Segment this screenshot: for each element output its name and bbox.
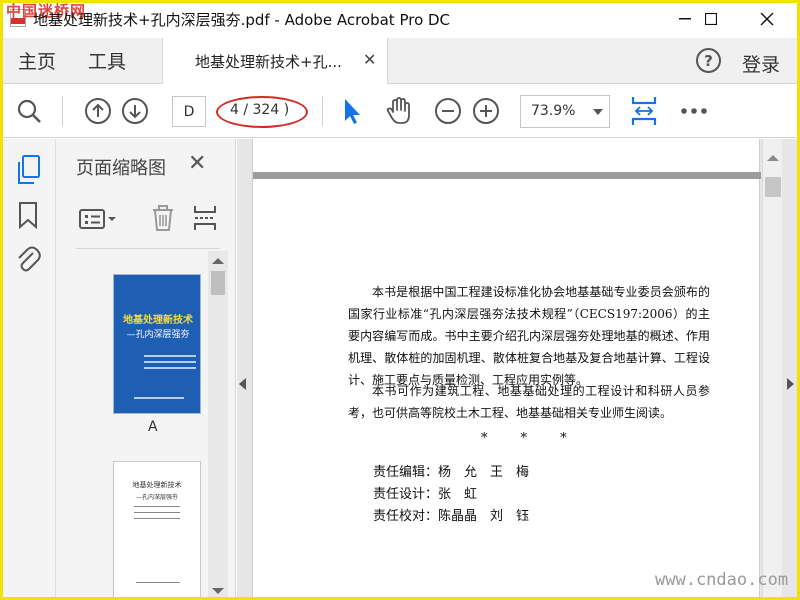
toolbar (0, 84, 800, 138)
thumbnail-scrollbar[interactable] (208, 251, 228, 600)
tab-close-icon[interactable]: ✕ (363, 50, 376, 69)
tab-document[interactable]: 地基处理新技术+孔... ✕ (162, 38, 388, 84)
thumbnail-panel: 页面缩略图 ✕ 地基处理新技术 —孔内深层强夯 A 地基处理新技术 —孔内深层强… (56, 139, 236, 600)
thumbnail-page-title: 地基处理新技术 (132, 481, 182, 489)
maximize-icon (705, 13, 717, 25)
scrollbar-thumb[interactable] (765, 177, 781, 197)
fit-width-icon[interactable] (629, 96, 659, 126)
document-viewport: 本书是根据中国工程建设标准化协会地基基础专业委员会颁布的国家行业标准“孔内深层强… (237, 139, 800, 600)
panel-close-icon[interactable]: ✕ (188, 151, 206, 176)
credit-line: 责任编辑：杨 允 王 梅 (373, 465, 530, 480)
scrollbar-thumb[interactable] (211, 271, 225, 295)
zoom-in-icon[interactable] (471, 96, 501, 126)
thumbnail-text-lines (134, 506, 180, 524)
close-icon (760, 12, 774, 26)
select-cursor-icon[interactable] (336, 96, 366, 126)
thumbnail-options-icon[interactable] (78, 207, 118, 235)
next-page-icon[interactable] (120, 96, 150, 126)
page-thumbnail[interactable]: 地基处理新技术 —孔内深层强夯 (114, 462, 200, 600)
thumbnail-page-subtitle: —孔内深层强夯 (135, 494, 178, 501)
thumbnail-cover-title: 地基处理新技术 (123, 315, 193, 326)
body-paragraph: 本书是根据中国工程建设标准化协会地基基础专业委员会颁布的国家行业标准“孔内深层强… (348, 285, 710, 387)
collapse-left-pane-icon[interactable] (239, 378, 246, 390)
delete-page-icon[interactable] (150, 204, 176, 236)
panel-toolbar (76, 201, 220, 249)
thumbnail-label: A (148, 419, 158, 435)
page-thumbnails-icon[interactable] (16, 155, 42, 189)
window-title: 地基处理新技术+孔内深层强夯.pdf - Adobe Acrobat Pro D… (33, 11, 451, 29)
toolbar-divider (62, 96, 63, 126)
close-window-button[interactable] (744, 0, 790, 38)
help-icon[interactable]: ? (696, 48, 721, 73)
thumbnail-text-lines (144, 355, 196, 379)
credit-line: 责任设计：张 虹 (373, 487, 478, 502)
document-scrollbar[interactable] (762, 139, 782, 600)
highlight-ellipse (216, 96, 308, 128)
zoom-out-icon[interactable] (433, 96, 463, 126)
attachment-icon[interactable] (15, 245, 41, 277)
more-options-icon[interactable] (679, 96, 709, 126)
rotate-page-icon[interactable] (192, 204, 218, 236)
zoom-value: 73.9% (531, 103, 576, 119)
zoom-dropdown[interactable]: 73.9% (520, 95, 610, 128)
scroll-up-icon (212, 258, 224, 264)
hand-tool-icon[interactable] (384, 96, 414, 126)
thumbnail-footer-line (134, 397, 184, 399)
pdf-page: 本书是根据中国工程建设标准化协会地基基础专业委员会颁布的国家行业标准“孔内深层强… (252, 139, 761, 600)
left-nav-pane (0, 139, 56, 600)
thumbnail-footer-line (136, 582, 180, 583)
title-bar: 中国迷桥网 地基处理新技术+孔内深层强夯.pdf - Adobe Acrobat… (0, 0, 800, 38)
tab-bar: 主页 工具 地基处理新技术+孔... ✕ ? 登录 (0, 38, 800, 84)
scroll-up-icon[interactable] (767, 155, 779, 161)
separator-stars: * * * (481, 431, 567, 446)
tab-home[interactable]: 主页 (18, 47, 56, 74)
panel-title: 页面缩略图 (76, 158, 166, 179)
tab-document-label: 地基处理新技术+孔... (195, 53, 342, 71)
previous-page-icon[interactable] (83, 96, 113, 126)
expand-right-pane-icon[interactable] (787, 378, 794, 390)
maximize-button[interactable] (688, 0, 734, 38)
thumbnail-cover-subtitle: —孔内深层强夯 (126, 330, 190, 340)
page-separator (253, 172, 761, 179)
toolbar-divider (322, 96, 323, 126)
site-url-watermark: www.cndao.com (655, 570, 789, 590)
tab-tools[interactable]: 工具 (88, 47, 126, 74)
credit-line: 责任校对：陈晶晶 刘 钰 (373, 509, 530, 524)
body-paragraph: 本书可作为建筑工程、地基基础处理的工程设计和科研人员参考，也可供高等院校土木工程… (348, 384, 710, 420)
login-link[interactable]: 登录 (742, 50, 780, 77)
bookmark-icon[interactable] (18, 201, 38, 233)
page-number-input[interactable]: D (172, 96, 206, 127)
page-thumbnail[interactable]: 地基处理新技术 —孔内深层强夯 (114, 275, 200, 413)
search-icon[interactable] (14, 96, 44, 126)
scroll-down-icon (212, 588, 224, 594)
chevron-down-icon (593, 109, 603, 115)
